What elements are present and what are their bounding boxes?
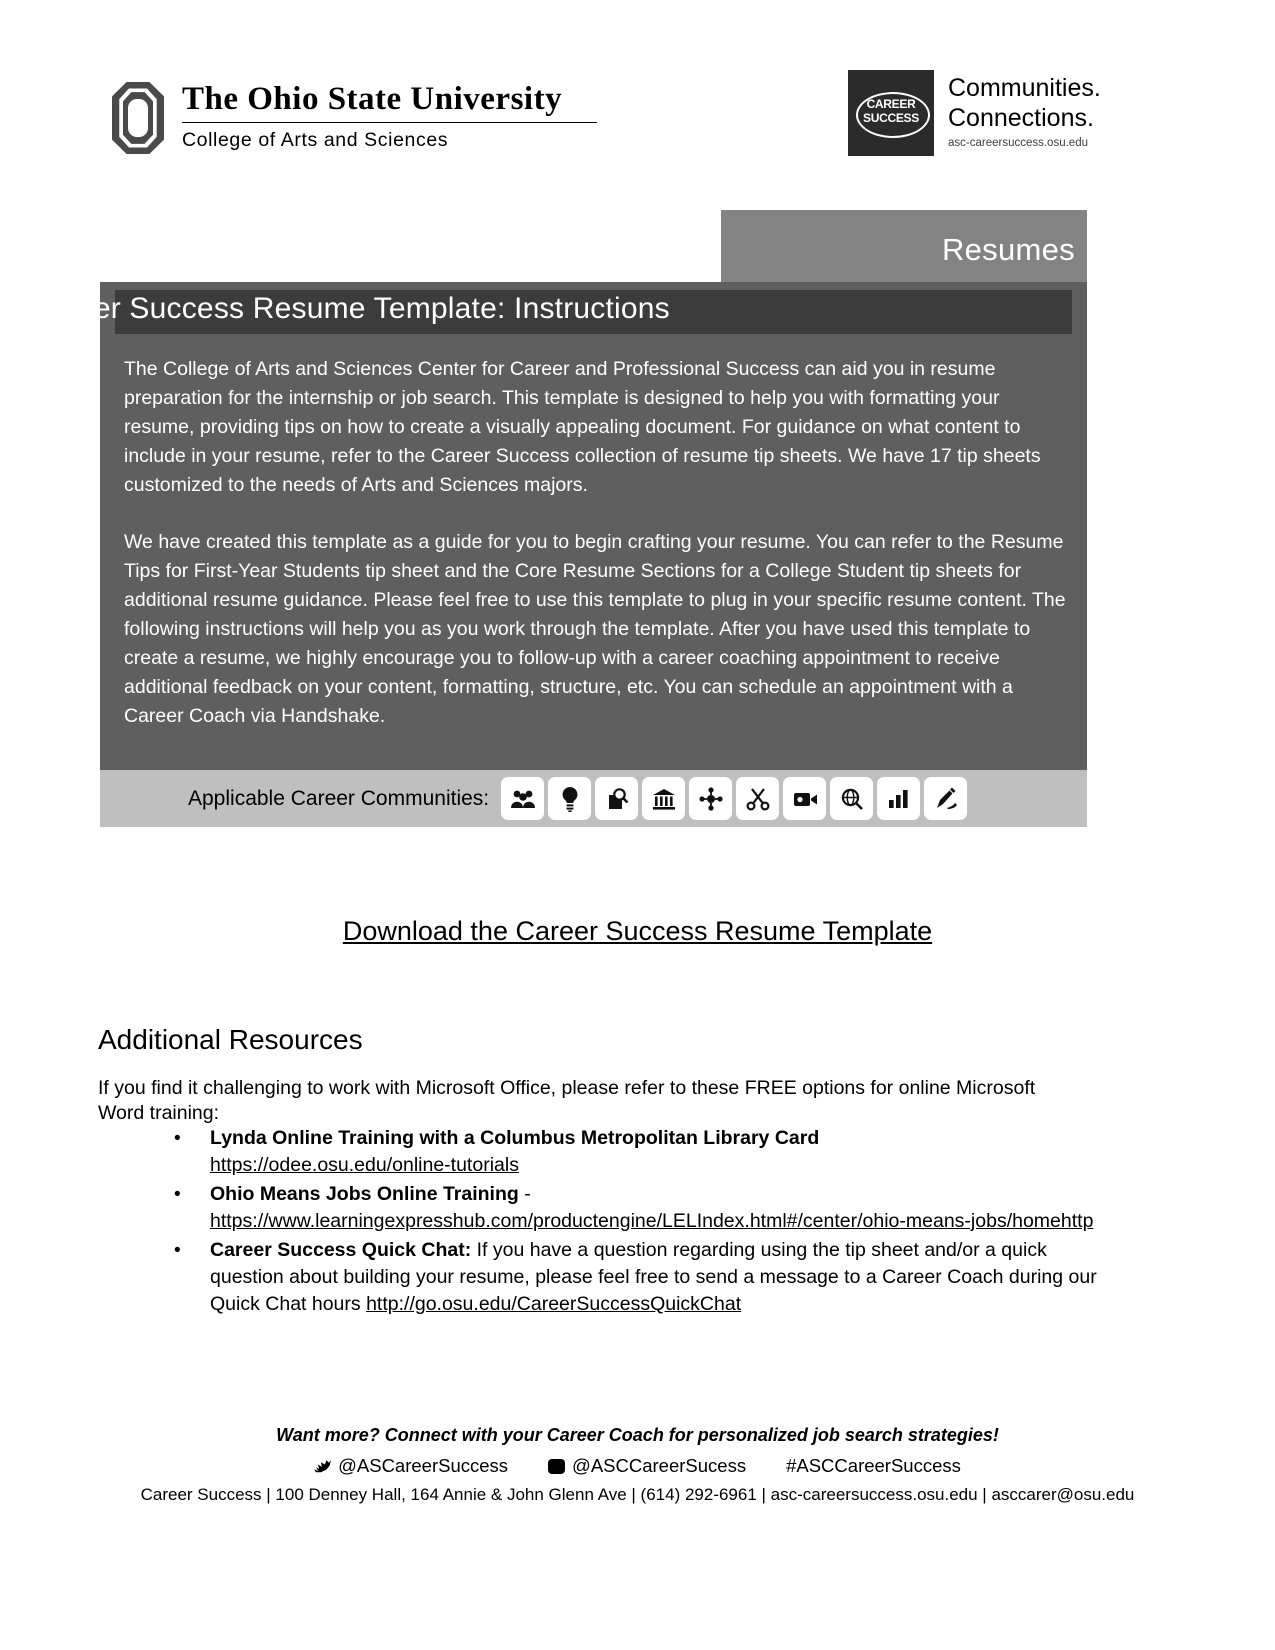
additional-resources-list: • Lynda Online Training with a Columbus … — [98, 1125, 1098, 1320]
bullet-icon: • — [174, 1128, 181, 1149]
chart-growth-icon[interactable] — [877, 777, 921, 820]
list-item: • Lynda Online Training with a Columbus … — [98, 1125, 1098, 1179]
additional-resources-intro: If you find it challenging to work with … — [98, 1077, 1036, 1124]
page-footer: Want more? Connect with your Career Coac… — [0, 1425, 1275, 1505]
footer-address: Career Success | 100 Denney Hall, 164 An… — [140, 1485, 1135, 1504]
list-item: • Ohio Means Jobs Online Training - http… — [98, 1181, 1098, 1235]
twitter-group[interactable]: @ASCareerSuccess — [314, 1455, 508, 1477]
osu-college-name: College of Arts and Sciences — [182, 128, 449, 151]
career-communities-label: Applicable Career Communities: — [188, 786, 490, 810]
career-communities-icon-set — [501, 777, 968, 820]
scissors-arts-icon[interactable] — [736, 777, 780, 820]
career-communities-row: Applicable Career Communities: — [100, 770, 1087, 827]
badge-line-career: CAREER — [866, 97, 916, 111]
career-success-logo-lockup: CAREER SUCCESS Communities. Connections.… — [848, 70, 1101, 156]
instagram-group[interactable]: @ASCCareerSucess — [548, 1455, 746, 1477]
tab-resumes-label: Resumes — [941, 232, 1075, 267]
additional-resources-heading: Additional Resources — [98, 1024, 363, 1055]
instagram-handle: @ASCCareerSucess — [572, 1455, 747, 1476]
resource-link[interactable]: http://go.osu.edu/CareerSuccessQuickChat — [366, 1293, 741, 1315]
footer-social-row: @ASCareerSuccess @ASCCareerSucess #ASCCa… — [0, 1455, 1275, 1477]
osu-university-name: The Ohio State University — [182, 81, 563, 117]
globe-search-icon[interactable] — [830, 777, 874, 820]
footer-tagline: Want more? Connect with your Career Coac… — [276, 1425, 999, 1445]
panel-title: Career Success Resume Template: Instruct… — [28, 292, 670, 325]
bullet-icon: • — [174, 1184, 181, 1205]
panel-paragraph-1: The College of Arts and Sciences Center … — [124, 358, 1041, 496]
lightbulb-idea-icon[interactable] — [548, 777, 592, 820]
career-success-tagline: Communities. Connections. asc-careersucc… — [948, 70, 1101, 149]
government-building-icon[interactable] — [642, 777, 686, 820]
download-template-link[interactable]: Download the Career Success Resume Templ… — [0, 916, 1275, 947]
career-success-badge-icon: CAREER SUCCESS — [848, 70, 934, 156]
panel-body: The College of Arts and Sciences Center … — [124, 355, 1069, 731]
resource-link[interactable]: https://odee.osu.edu/online-tutorials — [210, 1154, 519, 1176]
paint-tools-icon[interactable] — [924, 777, 968, 820]
tagline-communities: Communities. — [948, 74, 1101, 102]
resource-link[interactable]: https://www.learningexpresshub.com/produ… — [210, 1210, 1093, 1232]
resource-title-suffix: - — [518, 1183, 531, 1205]
osu-logo-lockup: The Ohio State University College of Art… — [112, 74, 597, 154]
twitter-bird-icon — [314, 1460, 332, 1473]
resource-title: Lynda Online Training with a Columbus Me… — [210, 1127, 820, 1149]
badge-line-success: SUCCESS — [863, 111, 919, 125]
osu-wordmark: The Ohio State University College of Art… — [182, 74, 597, 152]
film-camera-icon[interactable] — [783, 777, 827, 820]
footer-hashtag: #ASCCareerSuccess — [786, 1455, 961, 1476]
osu-block-o-icon — [112, 82, 164, 154]
career-success-url: asc-careersuccess.osu.edu — [948, 137, 1088, 149]
panel-paragraph-2: We have created this template as a guide… — [124, 531, 1066, 727]
hashtag-group: #ASCCareerSuccess — [786, 1455, 961, 1477]
osu-divider-rule — [182, 121, 597, 123]
people-group-icon[interactable] — [501, 777, 545, 820]
list-item: • Career Success Quick Chat: If you have… — [98, 1237, 1098, 1318]
resource-title: Ohio Means Jobs Online Training — [210, 1183, 519, 1205]
bullet-icon: • — [174, 1240, 181, 1261]
page-header: The Ohio State University College of Art… — [0, 62, 1275, 172]
tagline-connections: Connections. — [948, 103, 1094, 132]
resumes-tab-strip: Resumes — [721, 210, 1087, 282]
instagram-icon — [548, 1458, 566, 1474]
network-nodes-icon[interactable] — [689, 777, 733, 820]
resource-title: Career Success Quick Chat: — [210, 1239, 472, 1261]
twitter-handle: @ASCareerSuccess — [338, 1455, 509, 1476]
magnifier-document-icon[interactable] — [595, 777, 639, 820]
